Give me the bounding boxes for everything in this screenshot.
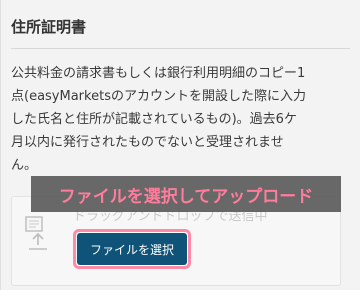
title-divider: [11, 48, 350, 49]
description-line: した氏名と住所が記載されているもの)。過去6ケ: [11, 112, 297, 127]
description-line: 公共料金の請求書もしくは銀行利用明細のコピー1: [11, 66, 306, 81]
description-line: 点(easyMarketsのアカウントを開設した際に入力: [11, 89, 306, 104]
instruction-banner: ファイルを選択してアップロード: [31, 176, 341, 212]
document-upload-icon: [23, 215, 53, 253]
description-line: 月以内に発行されたものでないと受理されませ: [11, 135, 284, 150]
address-proof-panel: 住所証明書 公共料金の請求書もしくは銀行利用明細のコピー1 点(easyMark…: [0, 0, 360, 290]
section-title: 住所証明書: [11, 18, 87, 36]
description-line: ん。: [11, 158, 38, 173]
select-file-button[interactable]: ファイルを選択: [77, 233, 187, 265]
